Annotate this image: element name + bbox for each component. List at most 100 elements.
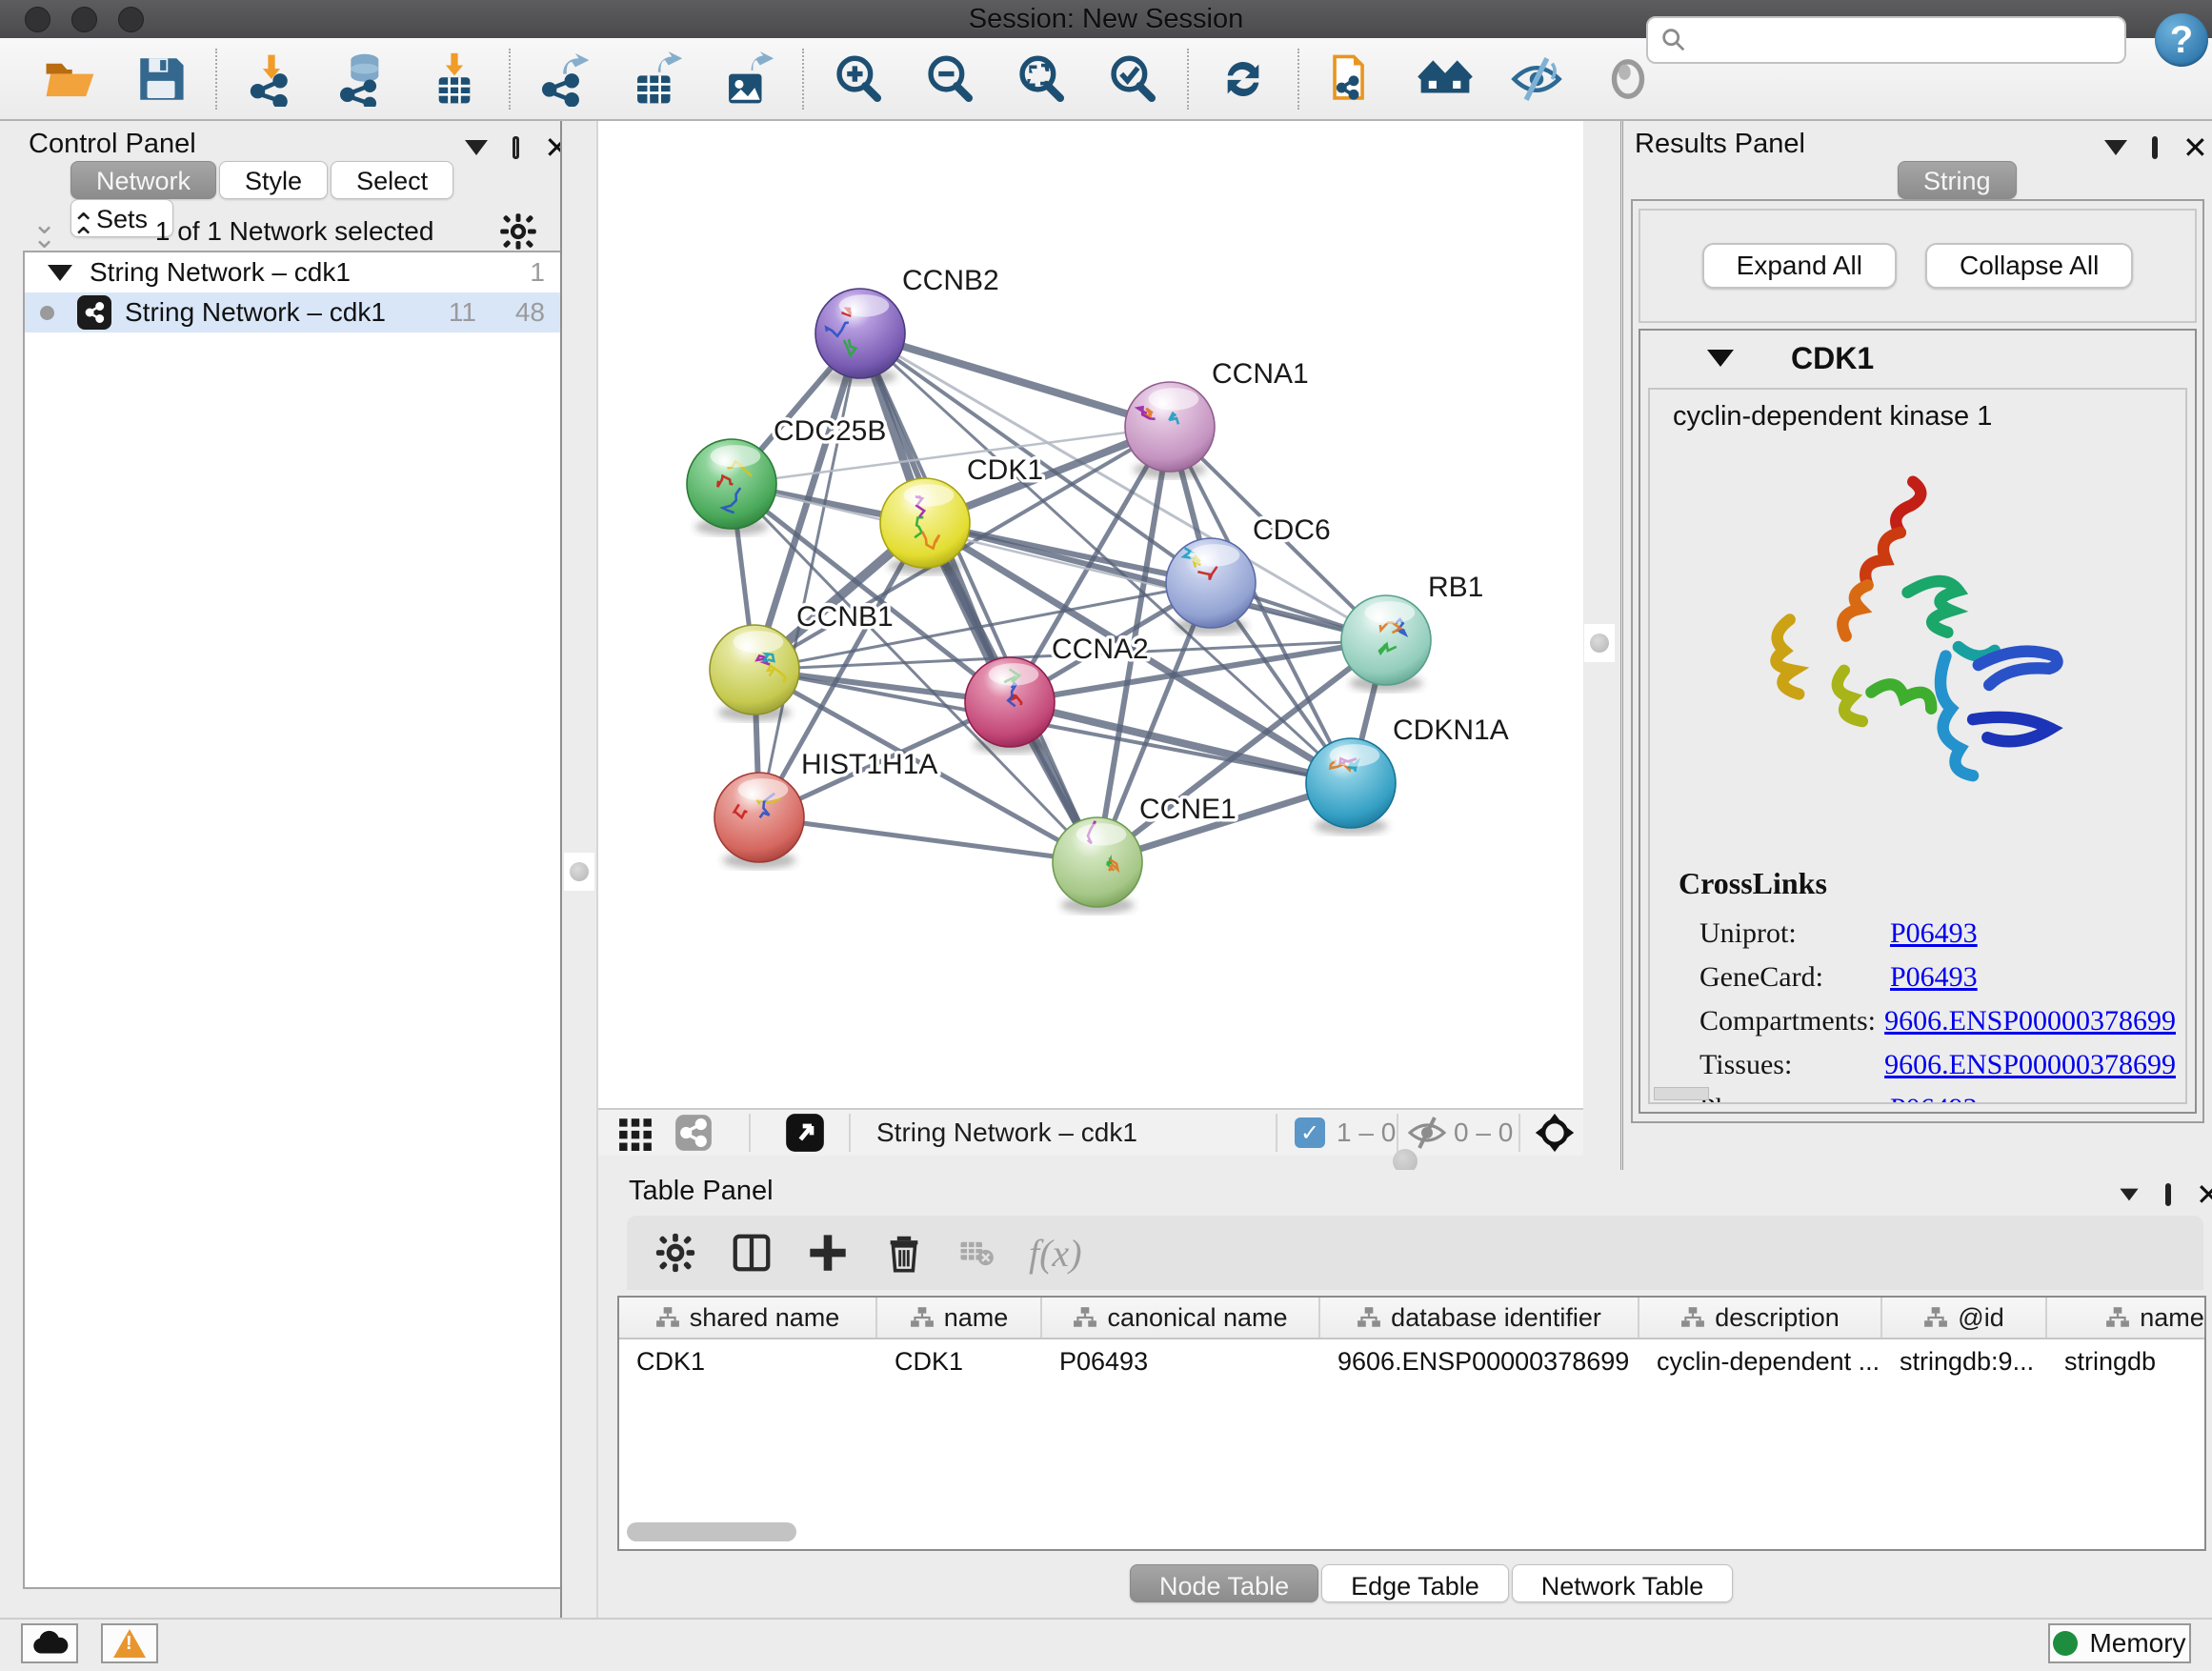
node-table[interactable]: shared namenamecanonical namedatabase id…: [617, 1296, 2206, 1551]
tab-network[interactable]: Network: [70, 161, 216, 199]
collapse-all-icon[interactable]: ⌄⌄: [32, 217, 50, 246]
expand-all-icon[interactable]: ⌃⌃: [71, 217, 90, 246]
table-row[interactable]: CDK1CDK1P064939606.ENSP00000378699cyclin…: [619, 1339, 2204, 1383]
panel-menu-icon[interactable]: [2104, 140, 2127, 155]
expander-icon[interactable]: [48, 265, 72, 281]
gene-section-header[interactable]: CDK1: [1640, 331, 2195, 386]
network-canvas[interactable]: CCNB2CCNA1CDC25BCDK1CDC6RB1CCNB1CCNA2CDK…: [598, 121, 1583, 1108]
share-view-button[interactable]: [674, 1110, 713, 1156]
houses-button[interactable]: [1416, 50, 1475, 109]
right-splitter-handle[interactable]: [1584, 624, 1615, 662]
minimize-window-button[interactable]: [71, 7, 97, 32]
table-cell[interactable]: CDK1: [619, 1339, 877, 1383]
import-network-file-button[interactable]: [242, 50, 301, 109]
tab-node-table[interactable]: Node Table: [1130, 1564, 1318, 1602]
function-icon[interactable]: f(x): [1029, 1231, 1082, 1276]
expander-icon[interactable]: [1707, 350, 1734, 367]
file-network-button[interactable]: [1324, 50, 1383, 109]
warning-button[interactable]: [101, 1623, 158, 1663]
gear-icon[interactable]: [499, 212, 537, 251]
cloud-button[interactable]: [21, 1623, 78, 1663]
panel-menu-icon[interactable]: [465, 140, 488, 155]
network-edge[interactable]: [860, 333, 1170, 427]
crosslink-link[interactable]: P06493: [1890, 961, 1978, 994]
table-cell[interactable]: CDK1: [877, 1339, 1042, 1383]
export-table-button[interactable]: [627, 50, 686, 109]
network-node-CDC25B[interactable]: [687, 439, 776, 535]
network-node-CCNB1[interactable]: [710, 625, 799, 721]
refresh-button[interactable]: [1214, 50, 1273, 109]
table-cell[interactable]: P06493: [1042, 1339, 1320, 1383]
column-header-description[interactable]: description: [1639, 1298, 1882, 1338]
float-panel-icon[interactable]: [2152, 136, 2158, 159]
help-button[interactable]: ?: [2155, 13, 2208, 67]
import-network-database-button[interactable]: [333, 50, 392, 109]
export-image-button[interactable]: [718, 50, 777, 109]
columns-icon[interactable]: [730, 1231, 774, 1275]
column-header-namespace[interactable]: namespace: [2047, 1298, 2206, 1338]
crosslink-link[interactable]: P06493: [1890, 1093, 1978, 1104]
tab-network-table[interactable]: Network Table: [1512, 1564, 1734, 1602]
panel-menu-icon[interactable]: [2120, 1189, 2138, 1201]
birdseye-button[interactable]: [1534, 1110, 1576, 1156]
crosslink-link[interactable]: 9606.ENSP00000378699: [1884, 1049, 2176, 1081]
tab-edge-table[interactable]: Edge Table: [1321, 1564, 1509, 1602]
selected-checkbox[interactable]: ✓: [1295, 1110, 1325, 1156]
column-header-name[interactable]: name: [877, 1298, 1042, 1338]
network-row[interactable]: String Network – cdk1 11 48: [25, 292, 568, 332]
network-collection-row[interactable]: String Network – cdk1 1: [25, 252, 568, 292]
column-header-database-identifier[interactable]: database identifier: [1320, 1298, 1639, 1338]
column-header-canonical-name[interactable]: canonical name: [1042, 1298, 1320, 1338]
zoom-window-button[interactable]: [118, 7, 144, 32]
network-node-CDC6[interactable]: [1166, 538, 1256, 634]
left-splitter-handle[interactable]: [564, 853, 594, 891]
table-cell[interactable]: stringdb: [2047, 1339, 2206, 1383]
tab-select[interactable]: Select: [331, 161, 453, 199]
collapse-all-button[interactable]: Collapse All: [1925, 243, 2133, 289]
network-node-CDKN1A[interactable]: [1306, 738, 1396, 835]
close-panel-icon[interactable]: ✕: [2196, 1179, 2212, 1210]
zoom-in-button[interactable]: [829, 50, 888, 109]
hide-eye-button[interactable]: [1507, 50, 1566, 109]
import-table-button[interactable]: [425, 50, 484, 109]
float-panel-icon[interactable]: [2165, 1183, 2171, 1206]
memory-button[interactable]: Memory: [2048, 1623, 2191, 1663]
gear-icon[interactable]: [654, 1231, 697, 1275]
save-session-button[interactable]: [131, 50, 191, 109]
zoom-out-button[interactable]: [920, 50, 979, 109]
table-cell[interactable]: stringdb:9...: [1882, 1339, 2047, 1383]
network-graph[interactable]: CCNB2CCNA1CDC25BCDK1CDC6RB1CCNB1CCNA2CDK…: [598, 121, 1583, 1108]
zoom-selected-button[interactable]: [1103, 50, 1162, 109]
close-panel-icon[interactable]: ✕: [2182, 132, 2208, 163]
open-session-button[interactable]: [40, 50, 99, 109]
close-window-button[interactable]: [25, 7, 50, 32]
export-network-button[interactable]: [535, 50, 594, 109]
plus-icon[interactable]: [806, 1231, 850, 1275]
network-edge[interactable]: [759, 817, 1097, 862]
crosslink-link[interactable]: P06493: [1890, 917, 1978, 950]
scrollbar-thumb[interactable]: [627, 1522, 796, 1541]
table-cell[interactable]: 9606.ENSP00000378699: [1320, 1339, 1639, 1383]
crosslink-link[interactable]: 9606.ENSP00000378699: [1884, 1005, 2176, 1037]
network-node-CDK1[interactable]: [880, 478, 970, 574]
left-splitter[interactable]: [560, 121, 598, 1618]
network-node-CCNA1[interactable]: [1125, 382, 1215, 478]
table-hscrollbar[interactable]: [623, 1520, 2201, 1545]
zoom-fit-button[interactable]: [1012, 50, 1071, 109]
clear-table-icon[interactable]: [958, 1234, 996, 1272]
horizontal-scrollbar[interactable]: [1654, 1087, 1709, 1100]
network-node-HIST1H1A[interactable]: [714, 773, 804, 869]
expand-all-button[interactable]: Expand All: [1702, 243, 1897, 289]
open-in-window-button[interactable]: [785, 1110, 825, 1156]
network-node-RB1[interactable]: [1341, 595, 1431, 692]
tab-string[interactable]: String: [1898, 161, 2017, 199]
trash-icon[interactable]: [882, 1231, 926, 1275]
network-node-CCNE1[interactable]: [1053, 817, 1142, 914]
network-edge[interactable]: [1010, 702, 1351, 783]
float-panel-icon[interactable]: [513, 136, 519, 159]
grid-view-button[interactable]: [617, 1110, 654, 1156]
tab-style[interactable]: Style: [219, 161, 328, 199]
search-input[interactable]: [1696, 21, 2124, 59]
column-header-shared-name[interactable]: shared name: [619, 1298, 877, 1338]
column-header--id[interactable]: @id: [1882, 1298, 2047, 1338]
